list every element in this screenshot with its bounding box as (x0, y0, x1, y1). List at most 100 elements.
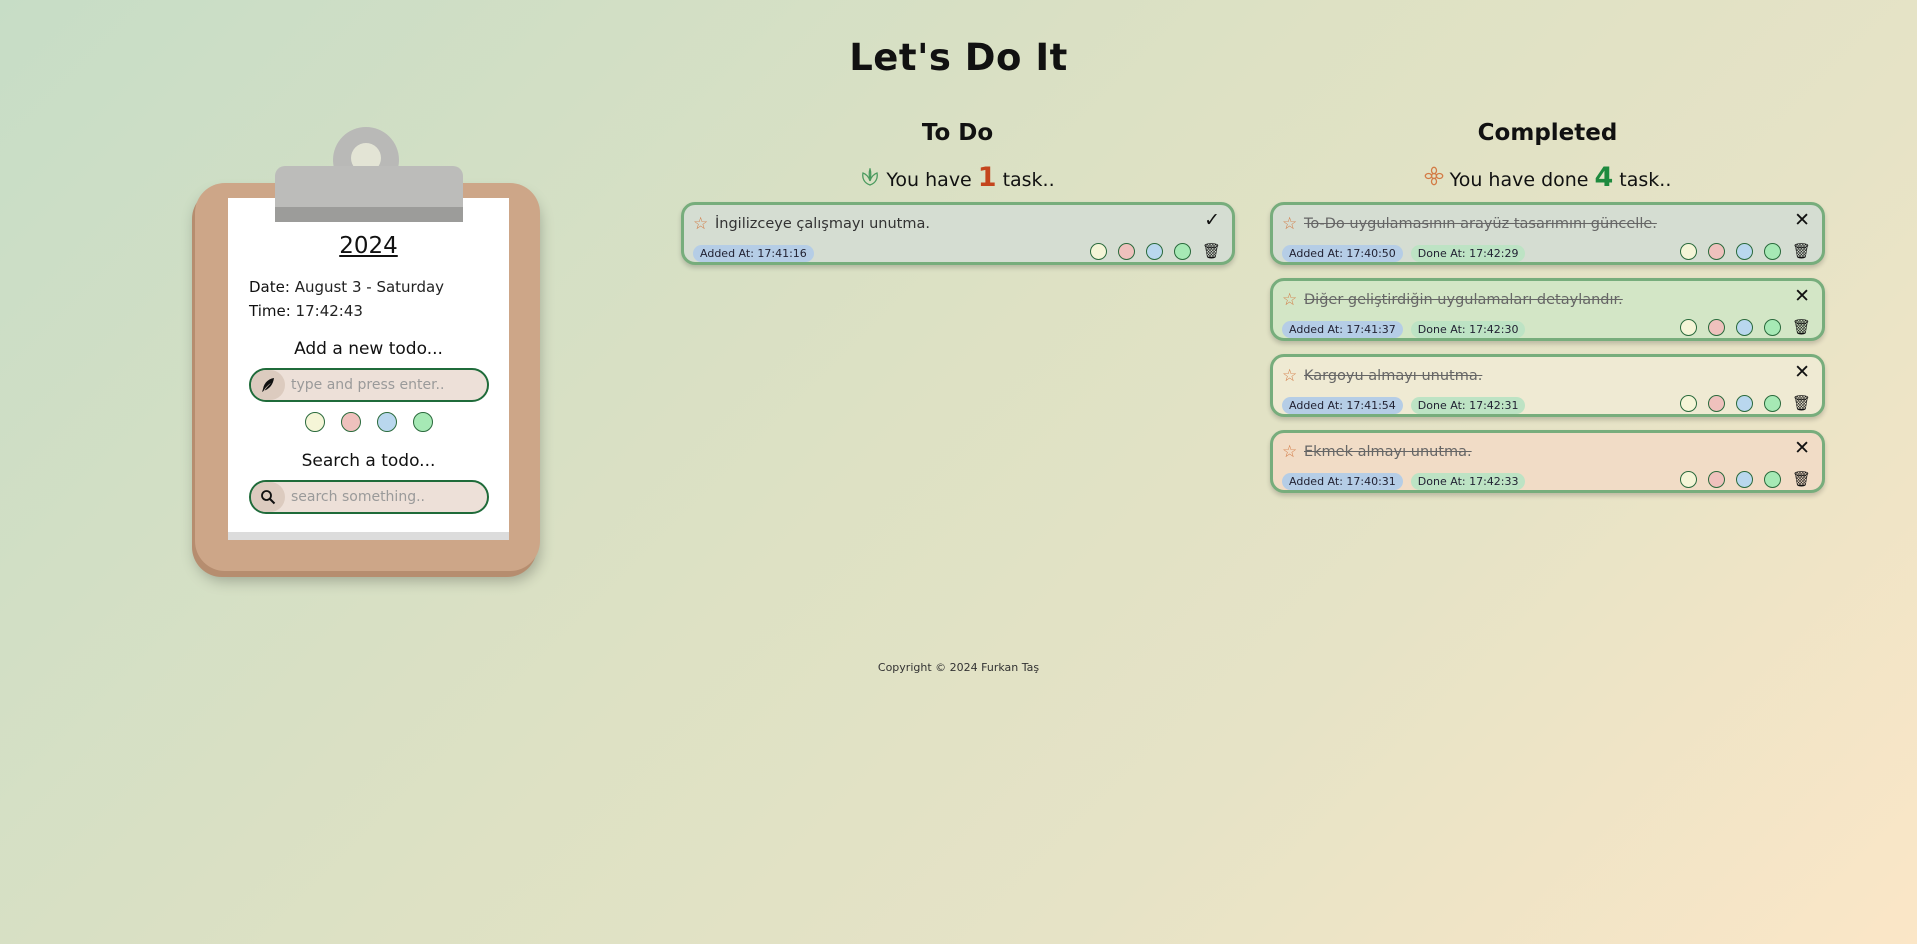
completed-card: ☆ Kargoyu almayı unutma. ✕ Added At: 17:… (1270, 354, 1825, 417)
color-option-green[interactable] (412, 412, 433, 432)
done-at-badge: Done At: 17:42:30 (1410, 321, 1526, 338)
add-todo-field (249, 368, 489, 402)
time-label: Time: (249, 302, 291, 320)
color-option-blue[interactable] (376, 412, 397, 432)
completed-column-title: Completed (1477, 120, 1618, 146)
color-option-yellow[interactable] (1089, 243, 1107, 260)
completed-count-prefix: You have done (1449, 169, 1589, 191)
clipboard-clip (275, 166, 463, 222)
page-title: Let's Do It (849, 36, 1068, 79)
close-icon[interactable]: ✕ (1794, 285, 1810, 307)
color-option-green[interactable] (1763, 319, 1781, 336)
color-option-blue[interactable] (1735, 319, 1753, 336)
trash-icon[interactable]: 🗑 (1202, 243, 1221, 260)
star-icon[interactable]: ☆ (693, 214, 708, 234)
color-option-green[interactable] (1763, 471, 1781, 488)
add-todo-input[interactable] (285, 377, 487, 393)
color-option-yellow[interactable] (1679, 243, 1697, 260)
todo-badges: Added At: 17:41:16 (693, 245, 814, 262)
color-option-yellow[interactable] (1679, 319, 1697, 336)
search-input[interactable] (285, 489, 487, 505)
trash-icon[interactable]: 🗑 (1792, 243, 1811, 260)
completed-count: You have done 4 task.. (1270, 162, 1825, 193)
color-option-yellow[interactable] (304, 412, 325, 432)
completed-count-suffix: task.. (1619, 169, 1672, 191)
footer-copyright: Copyright © 2024 Furkan Taş (877, 661, 1040, 674)
completed-card: ☆ Diğer geliştirdiğin uygulamaları detay… (1270, 278, 1825, 341)
color-option-blue[interactable] (1735, 243, 1753, 260)
flower-icon (1424, 166, 1444, 191)
card-controls: 🗑 (1679, 395, 1811, 412)
todo-card: ☆ İngilizceye çalışmayı unutma. ✓ Added … (681, 202, 1235, 265)
card-controls: 🗑 (1679, 471, 1811, 488)
color-option-yellow[interactable] (1679, 395, 1697, 412)
color-picker (228, 412, 509, 432)
card-controls: 🗑 (1679, 243, 1811, 260)
star-icon[interactable]: ☆ (1282, 442, 1297, 462)
close-icon[interactable]: ✕ (1794, 361, 1810, 383)
color-option-green[interactable] (1763, 243, 1781, 260)
added-at-badge: Added At: 17:41:54 (1282, 397, 1403, 414)
time-line: Time: 17:42:43 (249, 302, 363, 320)
added-at-badge: Added At: 17:41:37 (1282, 321, 1403, 338)
color-option-green[interactable] (1173, 243, 1191, 260)
todo-column-title: To Do (921, 120, 994, 146)
color-option-red[interactable] (1117, 243, 1135, 260)
color-option-red[interactable] (1707, 319, 1725, 336)
completed-card: ☆ To-Do uygulamasının arayüz tasarımını … (1270, 202, 1825, 265)
done-at-badge: Done At: 17:42:33 (1410, 473, 1526, 490)
todo-text: İngilizceye çalışmayı unutma. (715, 216, 930, 232)
search-icon (251, 482, 285, 512)
completed-text: Ekmek almayı unutma. (1304, 444, 1472, 460)
completed-count-number: 4 (1594, 162, 1614, 193)
color-option-green[interactable] (1763, 395, 1781, 412)
color-option-red[interactable] (340, 412, 361, 432)
feather-icon (251, 370, 285, 400)
close-icon[interactable]: ✕ (1794, 209, 1810, 231)
trash-icon[interactable]: 🗑 (1792, 395, 1811, 412)
star-icon[interactable]: ☆ (1282, 366, 1297, 386)
star-icon[interactable]: ☆ (1282, 290, 1297, 310)
color-option-red[interactable] (1707, 395, 1725, 412)
time-value: 17:42:43 (295, 302, 363, 320)
date-label: Date: (249, 278, 290, 296)
completed-badges: Added At: 17:40:31 Done At: 17:42:33 (1282, 473, 1526, 490)
completed-badges: Added At: 17:41:54 Done At: 17:42:31 (1282, 397, 1526, 414)
leaf-icon (860, 166, 880, 191)
todo-count-number: 1 (977, 162, 997, 193)
added-at-badge: Added At: 17:40:31 (1282, 473, 1403, 490)
close-icon[interactable]: ✕ (1794, 437, 1810, 459)
done-at-badge: Done At: 17:42:31 (1410, 397, 1526, 414)
star-icon[interactable]: ☆ (1282, 214, 1297, 234)
year-heading: 2024 (339, 233, 398, 259)
added-at-badge: Added At: 17:40:50 (1282, 245, 1403, 262)
search-todo-field (249, 480, 489, 514)
date-value: August 3 - Saturday (294, 278, 445, 296)
card-controls: 🗑 (1679, 319, 1811, 336)
search-todo-label: Search a todo... (301, 451, 436, 471)
completed-text: Diğer geliştirdiğin uygulamaları detayla… (1304, 292, 1623, 308)
color-option-blue[interactable] (1735, 395, 1753, 412)
completed-badges: Added At: 17:41:37 Done At: 17:42:30 (1282, 321, 1526, 338)
completed-text: Kargoyu almayı unutma. (1304, 368, 1483, 384)
date-line: Date: August 3 - Saturday (249, 278, 444, 296)
trash-icon[interactable]: 🗑 (1792, 319, 1811, 336)
color-option-red[interactable] (1707, 243, 1725, 260)
completed-text: To-Do uygulamasının arayüz tasarımını gü… (1304, 216, 1657, 232)
added-at-badge: Added At: 17:41:16 (693, 245, 814, 262)
todo-count-prefix: You have (886, 169, 972, 191)
check-icon[interactable]: ✓ (1204, 209, 1220, 231)
add-todo-label: Add a new todo... (294, 339, 443, 359)
done-at-badge: Done At: 17:42:29 (1410, 245, 1526, 262)
todo-count: You have 1 task.. (680, 162, 1235, 193)
color-option-yellow[interactable] (1679, 471, 1697, 488)
clipboard-paper: 2024 Date: August 3 - Saturday Time: 17:… (228, 198, 509, 540)
color-option-red[interactable] (1707, 471, 1725, 488)
completed-card: ☆ Ekmek almayı unutma. ✕ Added At: 17:40… (1270, 430, 1825, 493)
todo-count-suffix: task.. (1002, 169, 1055, 191)
trash-icon[interactable]: 🗑 (1792, 471, 1811, 488)
color-option-blue[interactable] (1735, 471, 1753, 488)
color-option-blue[interactable] (1145, 243, 1163, 260)
completed-badges: Added At: 17:40:50 Done At: 17:42:29 (1282, 245, 1526, 262)
card-controls: 🗑 (1089, 243, 1221, 260)
